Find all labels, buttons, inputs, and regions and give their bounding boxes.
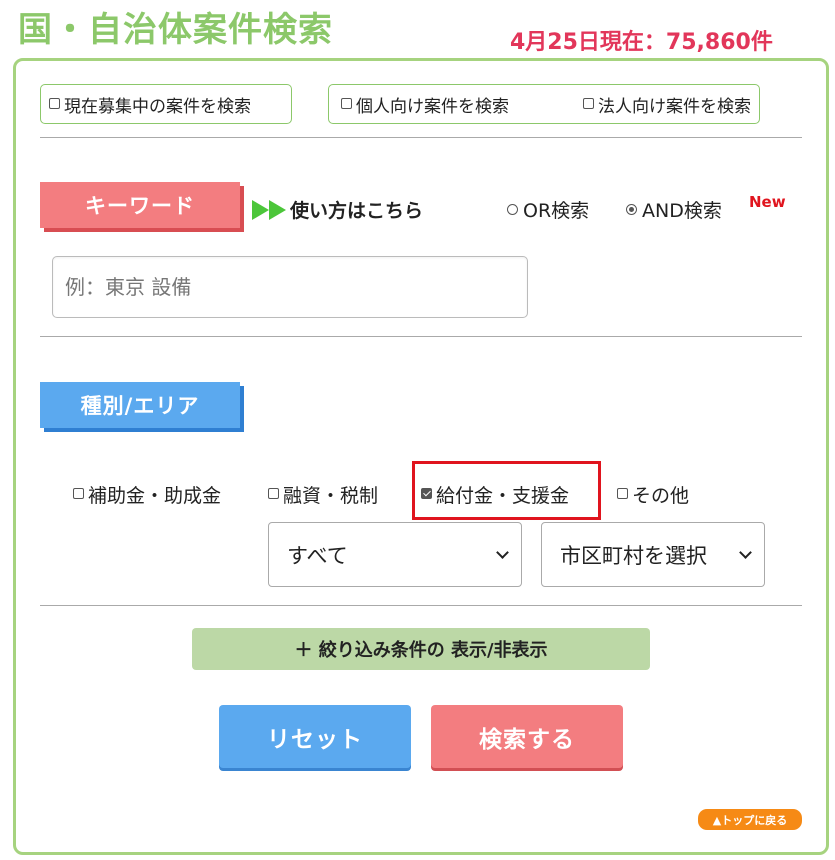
checkbox-icon[interactable]: [73, 488, 84, 499]
target-filter-group: 個人向け案件を検索 法人向け案件を検索: [328, 84, 760, 124]
search-panel: [13, 58, 829, 855]
individual-checkbox[interactable]: 個人向け案件を検索: [341, 92, 509, 117]
search-button[interactable]: 検索する: [431, 705, 623, 768]
howto-link[interactable]: 使い方はこちら: [252, 196, 423, 223]
howto-link-label: 使い方はこちら: [290, 200, 424, 222]
chevron-down-icon: [496, 545, 509, 559]
recruiting-checkbox[interactable]: 現在募集中の案件を検索: [49, 92, 251, 117]
category-benefit-checkbox[interactable]: 給付金・支援金: [421, 481, 569, 508]
or-search-radio[interactable]: OR検索: [507, 196, 589, 223]
divider: [40, 336, 802, 337]
checkbox-icon[interactable]: [268, 488, 279, 499]
chevron-down-icon: [739, 545, 752, 559]
category-label: 補助金・助成金: [88, 485, 222, 507]
category-loan-checkbox[interactable]: 融資・税制: [268, 481, 378, 508]
and-search-radio[interactable]: AND検索: [626, 196, 722, 223]
category-label: 給付金・支援金: [436, 485, 570, 507]
radio-selected-icon[interactable]: [626, 204, 637, 215]
category-subsidy-checkbox[interactable]: 補助金・助成金: [73, 481, 221, 508]
page-title: 国・自治体案件検索: [18, 10, 333, 50]
prefecture-select-value: すべて: [287, 543, 348, 568]
prefecture-select[interactable]: すべて: [268, 522, 522, 587]
corporate-checkbox[interactable]: 法人向け案件を検索: [583, 92, 751, 117]
recruiting-label: 現在募集中の案件を検索: [64, 96, 251, 117]
individual-label: 個人向け案件を検索: [356, 96, 509, 117]
checkbox-icon[interactable]: [341, 97, 352, 109]
case-count: 4月25日現在：75,860件: [510, 30, 773, 55]
category-label: 融資・税制: [283, 485, 379, 507]
divider: [40, 137, 802, 138]
play-arrow-icon: [252, 199, 269, 220]
back-to-top-button[interactable]: ▲トップに戻る: [698, 809, 802, 830]
checkbox-icon[interactable]: [49, 97, 60, 109]
category-other-checkbox[interactable]: その他: [617, 481, 689, 508]
and-search-label: AND検索: [642, 200, 722, 222]
divider: [40, 605, 802, 606]
checkbox-icon[interactable]: [583, 97, 594, 109]
or-search-label: OR検索: [523, 200, 590, 222]
toggle-conditions-button[interactable]: ＋ 絞り込み条件の 表示/非表示: [192, 628, 650, 670]
keyword-section-label: キーワード: [40, 182, 240, 228]
new-badge: New: [749, 193, 786, 211]
city-select-value: 市区町村を選択: [560, 543, 707, 568]
recruiting-filter-group: 現在募集中の案件を検索: [40, 84, 292, 124]
checkbox-icon[interactable]: [617, 488, 628, 499]
city-select[interactable]: 市区町村を選択: [541, 522, 765, 587]
corporate-label: 法人向け案件を検索: [598, 96, 751, 117]
keyword-input[interactable]: [52, 256, 528, 318]
play-arrow-icon: [269, 199, 286, 220]
area-section-label: 種別/エリア: [40, 382, 240, 428]
reset-button[interactable]: リセット: [219, 705, 411, 768]
checkbox-checked-icon[interactable]: [421, 488, 432, 499]
category-label: その他: [632, 485, 690, 507]
radio-icon[interactable]: [507, 204, 518, 215]
